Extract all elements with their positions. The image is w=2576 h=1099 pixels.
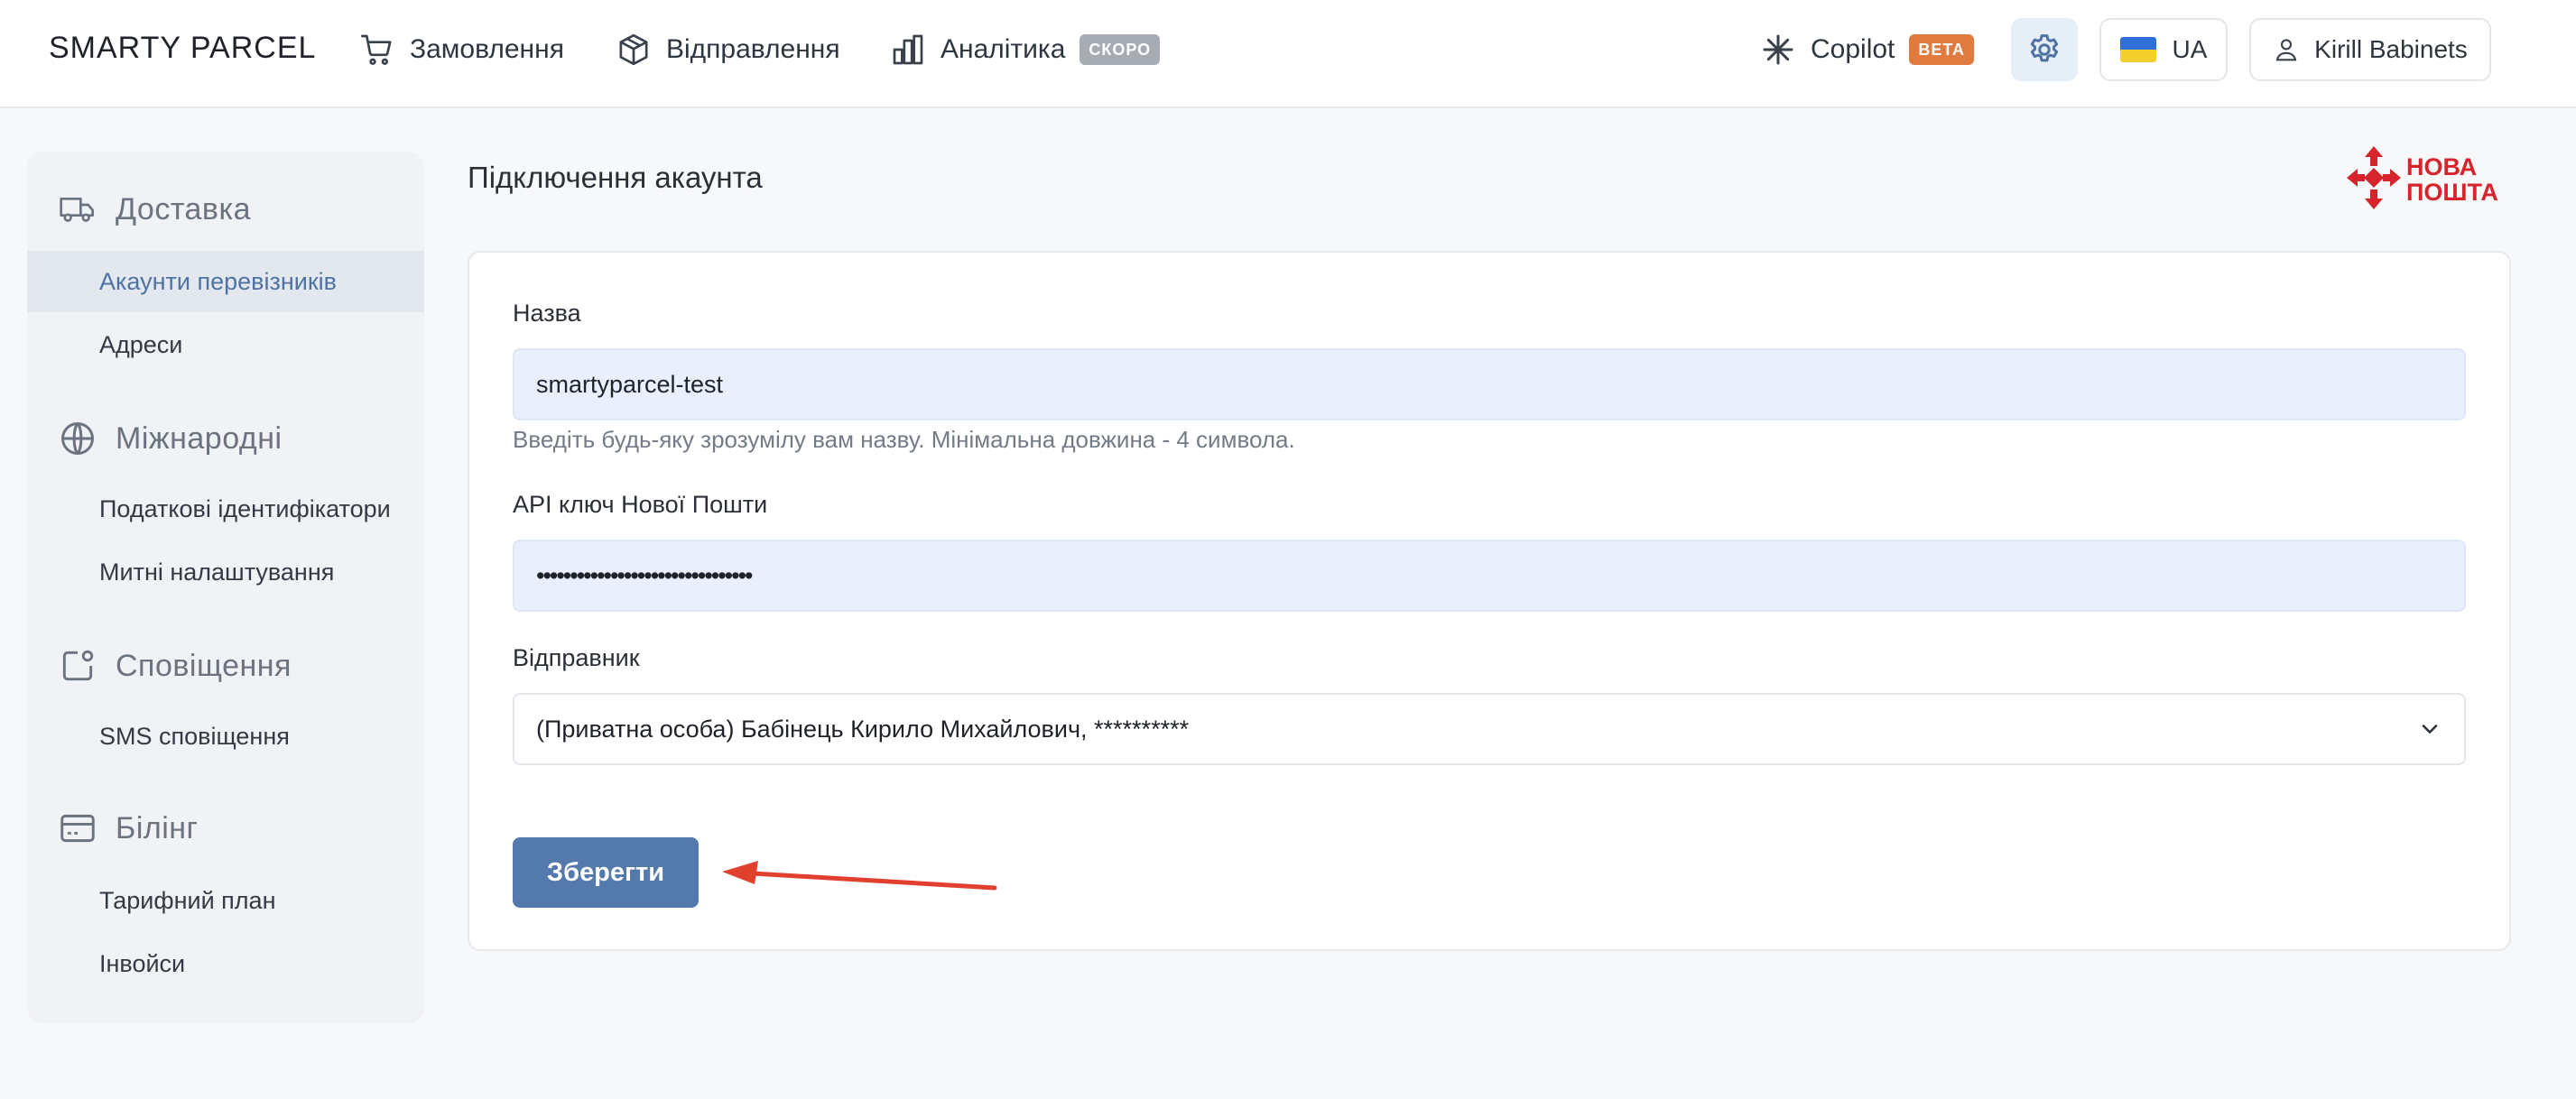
credit-card-icon [60,814,95,843]
user-icon [2275,39,2297,61]
sender-select[interactable]: (Приватна особа) Бабінець Кирило Михайло… [513,693,2466,765]
brand-logo[interactable]: SMARTY PARCEL [49,31,316,66]
api-key-input-value: •••••••••••••••••••••••••••••••• [536,561,753,589]
sidebar-item-label: Адреси [99,330,183,358]
sidebar-section-notifications: Сповіщення [58,646,292,686]
sender-label: Відправник [513,644,640,671]
logo-text: ПОШТА [2406,179,2498,206]
soon-badge: СКОРО [1080,34,1161,65]
sidebar-item-invoices[interactable]: Інвойси [27,933,424,994]
sidebar-section-title: Міжнародні [116,420,283,456]
sidebar-item-label: Податкові ідентифікатори [99,494,391,522]
language-label: UA [2172,35,2208,63]
globe-icon [61,422,94,455]
nav-copilot-label: Copilot [1811,34,1895,64]
nav-analytics[interactable]: Аналітика СКОРО [890,27,1161,72]
name-input[interactable]: smartyparcel-test [513,348,2466,420]
chevron-down-icon [2422,725,2438,734]
sidebar-item-sms-notifications[interactable]: SMS сповіщення [27,706,424,767]
user-menu-button[interactable]: Kirill Babinets [2249,18,2491,81]
sidebar-item-tax-ids[interactable]: Податкові ідентифікатори [27,478,424,540]
sidebar-item-label: SMS сповіщення [99,722,290,750]
beta-badge: BETA [1909,34,1975,65]
sidebar-section-title: Білінг [116,810,199,845]
settings-button[interactable] [2011,18,2078,81]
sidebar-item-tariff-plan[interactable]: Тарифний план [27,870,424,931]
annotation-arrow-icon [722,861,997,891]
ukraine-flag-icon [2119,37,2156,62]
settings-sidebar: Доставка Акаунти перевізників Адреси Між… [27,152,424,1023]
sidebar-item-label: Тарифний план [99,886,276,914]
nav-shipments-label: Відправлення [666,34,840,64]
sidebar-section-delivery: Доставка [58,191,251,227]
api-key-input[interactable]: •••••••••••••••••••••••••••••••• [513,540,2466,612]
logo-text: НОВА [2406,153,2477,180]
api-key-label: API ключ Нової Пошти [513,491,768,518]
sidebar-item-label: Митні налаштування [99,558,335,586]
nav-orders-label: Замовлення [410,34,564,64]
sidebar-item-label: Інвойси [99,949,186,977]
nav-copilot[interactable]: Copilot BETA [1760,27,1975,72]
truck-icon [60,198,94,222]
sidebar-item-label: Акаунти перевізників [99,267,338,295]
gear-icon [2030,34,2059,62]
name-label: Назва [513,300,581,327]
bar-chart-icon [893,34,923,65]
nav-shipments[interactable]: Відправлення [616,27,840,72]
sidebar-section-billing: Білінг [58,810,198,846]
cart-icon [361,34,392,66]
save-button[interactable]: Зберегти [513,837,699,908]
name-hint: Введіть будь-яку зрозумілу вам назву. Мі… [513,426,1295,453]
sidebar-item-customs-settings[interactable]: Митні налаштування [27,541,424,603]
sidebar-section-title: Доставка [116,191,252,226]
user-name: Kirill Babinets [2314,35,2468,63]
sidebar-item-addresses[interactable]: Адреси [27,314,424,375]
sidebar-item-carrier-accounts[interactable]: Акаунти перевізників [27,251,424,312]
page-title: Підключення акаунта [468,161,763,194]
name-input-value: smartyparcel-test [536,370,724,398]
language-switcher[interactable]: UA [2099,18,2228,81]
nav-orders[interactable]: Замовлення [359,27,564,72]
nova-poshta-logo: НОВА ПОШТА [2347,146,2498,209]
top-navbar: SMARTY PARCEL Замовлення Відправлення Ан… [0,0,2576,108]
sparkle-icon [1763,34,1793,65]
sidebar-section-title: Сповіщення [116,648,292,683]
box-icon [619,33,648,66]
sidebar-section-international: Міжнародні [58,419,283,458]
notification-icon [62,650,94,681]
sender-select-value: (Приватна особа) Бабінець Кирило Михайло… [536,715,1190,743]
nav-analytics-label: Аналітика [941,34,1066,64]
